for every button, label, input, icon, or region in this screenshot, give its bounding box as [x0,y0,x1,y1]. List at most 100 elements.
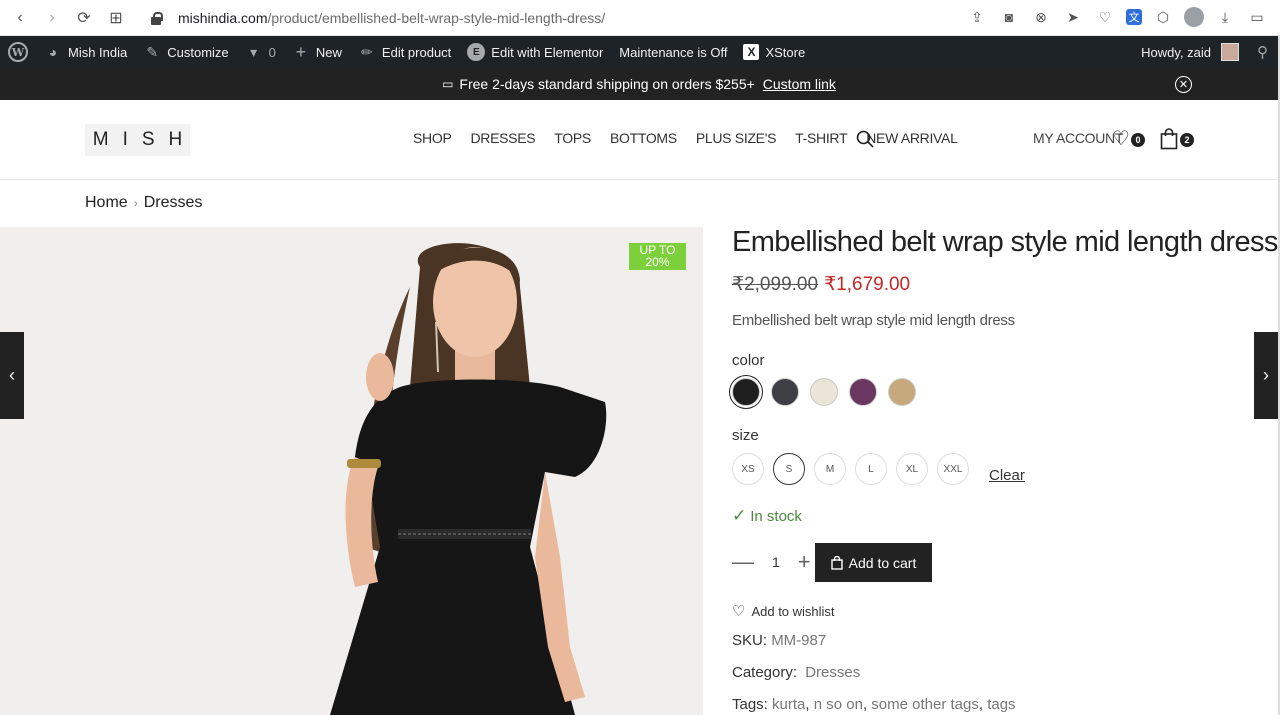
stock-status: ✓ In stock [732,506,802,526]
gallery-prev-arrow[interactable]: ‹ [0,332,24,419]
howdy-user[interactable]: Howdy, zaid [1141,45,1211,60]
heart-outline-icon: ♡ [732,603,746,620]
sku-row: SKU: MM-987 [732,632,826,649]
promo-link[interactable]: Custom link [763,76,836,92]
nav-item-new-arrival[interactable]: NEW ARRIVAL [866,130,958,146]
nav-item-bottoms[interactable]: BOTTOMS [610,130,677,146]
customize-button[interactable]: ✎ Customize [135,36,236,68]
screenshot-icon[interactable]: ◙ [998,6,1020,28]
profile-avatar-icon[interactable] [1184,7,1204,27]
url-host: mishindia.com [178,10,268,26]
category-row: Category: Dresses [732,664,860,681]
admin-search-icon[interactable]: ⚲ [1257,43,1268,61]
promo-bar: ▭ Free 2-days standard shipping on order… [0,68,1278,100]
quantity-stepper: — 1 + [732,551,811,573]
add-to-wishlist-link[interactable]: ♡ Add to wishlist [732,602,835,620]
send-icon[interactable]: ➤ [1062,6,1084,28]
size-option[interactable]: L [855,453,887,485]
cube-extension-icon[interactable]: ⬡ [1152,6,1174,28]
tags-label: Tags: [732,696,768,713]
quantity-input[interactable]: 1 [772,554,780,570]
product-photo [0,227,703,715]
nav-item-t-shirt[interactable]: T-SHIRT [795,130,847,146]
color-swatch[interactable] [771,378,799,406]
price-sale: ₹1,679.00 [824,274,911,295]
forward-icon[interactable]: › [36,2,68,34]
maintenance-label: Maintenance is Off [619,44,728,60]
clear-variations-link[interactable]: Clear [989,467,1025,484]
price-regular: ₹2,099.00 [732,274,819,295]
xstore-icon: X [743,44,760,60]
site-logo[interactable]: MISH [85,124,190,156]
new-content-button[interactable]: + New [284,36,350,68]
tag-link[interactable]: kurta [772,696,805,713]
download-icon[interactable]: ⤓ [1214,6,1236,28]
maintenance-button[interactable]: Maintenance is Off [611,36,735,68]
category-label: Category: [732,664,798,681]
elementor-button[interactable]: E Edit with Elementor [459,36,611,68]
battery-icon[interactable]: ▭ [1246,6,1268,28]
nav-item-dresses[interactable]: DRESSES [470,130,535,146]
category-link[interactable]: Dresses [805,664,860,681]
quantity-plus-button[interactable]: + [798,551,811,573]
tags-row: Tags: kurta, n so on, some other tags, t… [732,696,1016,713]
tag-link[interactable]: tags [987,696,1015,713]
edit-product-button[interactable]: ✏ Edit product [350,36,459,68]
site-name-button[interactable]: ◕ Mish India [36,36,135,68]
tag-link[interactable]: n so on [814,696,863,713]
user-avatar[interactable] [1221,43,1239,61]
share-icon[interactable]: ⇪ [966,6,988,28]
new-label: New [315,44,342,60]
color-swatch[interactable] [888,378,916,406]
wp-logo-button[interactable]: W [0,36,36,68]
stock-label: In stock [750,507,802,525]
size-option[interactable]: S [773,453,805,485]
back-icon[interactable]: ‹ [4,2,36,34]
size-options: XS S M L XL XXL [732,453,969,485]
xstore-button[interactable]: X XStore [735,36,813,68]
breadcrumb-current[interactable]: Dresses [144,194,203,212]
product-image[interactable] [0,227,703,715]
color-swatch[interactable] [849,378,877,406]
size-option[interactable]: XXL [937,453,969,485]
nav-item-plus-sizes[interactable]: PLUS SIZE'S [696,130,777,146]
heart-icon[interactable]: ♡ [1094,6,1116,28]
size-option[interactable]: XS [732,453,764,485]
add-to-cart-label: Add to cart [848,554,917,571]
bag-icon [830,555,843,570]
promo-text: Free 2-days standard shipping on orders … [459,76,755,92]
sale-badge: UP TO 20% [629,243,686,270]
block-icon[interactable]: ⊗ [1030,6,1052,28]
color-swatch[interactable] [810,378,838,406]
nav-item-tops[interactable]: TOPS [554,130,591,146]
truck-icon: ▭ [442,77,454,91]
reload-icon[interactable]: ⟳ [68,2,100,34]
nav-item-shop[interactable]: SHOP [413,130,452,146]
color-swatch[interactable] [732,378,760,406]
elementor-label: Edit with Elementor [491,44,604,60]
elementor-icon: E [467,43,486,61]
tab-grid-icon[interactable]: ⊞ [100,2,132,34]
wishlist-icon[interactable]: ♡ [1112,129,1130,149]
search-icon[interactable] [856,130,874,148]
site-name-label: Mish India [68,44,128,60]
customize-label: Customize [167,44,229,60]
tag-link[interactable]: some other tags [871,696,979,713]
wp-admin-bar: W ◕ Mish India ✎ Customize ▾ 0 + New ✏ E… [0,36,1278,68]
my-account-link[interactable]: MY ACCOUNT [1033,130,1123,146]
translate-extension-icon[interactable]: 文 [1126,9,1142,25]
sku-label: SKU: [732,632,768,649]
chevron-right-icon: › [133,196,138,210]
add-to-cart-button[interactable]: Add to cart [815,543,932,582]
comments-button[interactable]: ▾ 0 [237,36,284,68]
size-option[interactable]: XL [896,453,928,485]
close-icon[interactable]: ✕ [1175,76,1192,93]
address-bar[interactable]: mishindia.com/product/embellished-belt-w… [150,4,605,32]
breadcrumb-home[interactable]: Home [85,194,128,212]
quantity-minus-button[interactable]: — [732,551,754,573]
size-option[interactable]: M [814,453,846,485]
sale-badge-line2: 20% [645,255,670,269]
cart-icon[interactable] [1160,128,1178,150]
gallery-next-arrow[interactable]: › [1254,332,1278,419]
wordpress-icon: W [8,42,28,62]
